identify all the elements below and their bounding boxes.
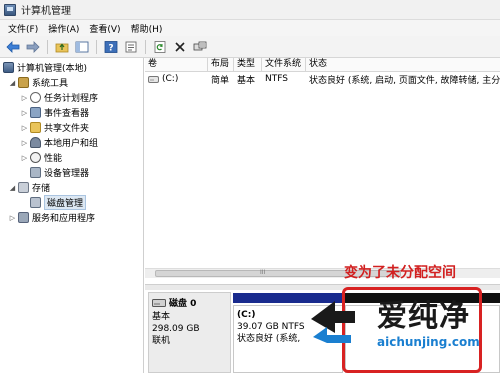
disk-properties-icon[interactable] <box>191 38 209 56</box>
tree-item-label: 磁盘管理 <box>44 195 87 210</box>
menu-file[interactable]: 文件(F) <box>4 22 44 35</box>
svg-text:?: ? <box>108 43 113 53</box>
tree-item-performance[interactable]: ▷ 性能 <box>0 150 143 165</box>
tree-item-shared-folders[interactable]: ▷ 共享文件夹 <box>0 120 143 135</box>
watermark-text: 爱纯净 <box>377 299 470 334</box>
volume-list-header: 卷 布局 类型 文件系统 状态 <box>145 58 500 72</box>
tree-item-label: 共享文件夹 <box>44 124 90 134</box>
computer-management-icon <box>4 3 16 16</box>
volume-name: (C:) <box>162 74 179 84</box>
column-header-filesystem[interactable]: 文件系统 <box>262 58 306 71</box>
event-viewer-icon <box>30 107 41 118</box>
performance-icon <box>30 152 41 163</box>
tree-item-services-apps[interactable]: ▷ 服务和应用程序 <box>0 210 143 225</box>
volume-status: 状态良好 (系统, 启动, 页面文件, 故障转储, 主分区) <box>309 75 500 86</box>
disk-management-icon <box>30 197 41 208</box>
tree-item-task-scheduler[interactable]: ▷ 任务计划程序 <box>0 90 143 105</box>
tree-item-label: 服务和应用程序 <box>32 214 96 224</box>
watermark-url: aichunjing.com <box>377 335 480 349</box>
tree-item-label: 系统工具 <box>32 79 69 89</box>
toolbar-separator <box>145 39 146 54</box>
tools-icon <box>18 77 29 88</box>
disk-size: 298.09 GB <box>152 324 200 334</box>
disk-status: 联机 <box>152 336 171 346</box>
toolbar-separator <box>96 39 97 54</box>
column-header-type[interactable]: 类型 <box>234 58 262 71</box>
menu-action[interactable]: 操作(A) <box>44 22 85 35</box>
scrollbar-grip-icon: III <box>260 269 266 276</box>
users-icon <box>30 137 41 148</box>
tree-item-label: 任务计划程序 <box>44 94 99 104</box>
tree-item-event-viewer[interactable]: ▷ 事件查看器 <box>0 105 143 120</box>
tree-item-label: 计算机管理(本地) <box>17 64 88 74</box>
watermark-logo-icon <box>311 301 355 343</box>
expand-arrow-icon[interactable]: ▷ <box>20 139 29 147</box>
volume-filesystem: NTFS <box>265 74 288 84</box>
help-icon[interactable]: ? <box>102 38 120 56</box>
toolbar: ? <box>0 36 500 58</box>
up-folder-icon[interactable] <box>53 38 71 56</box>
column-header-volume[interactable]: 卷 <box>145 58 208 71</box>
menu-help[interactable]: 帮助(H) <box>127 22 169 35</box>
tree-item-label: 存储 <box>32 184 51 194</box>
expand-arrow-icon[interactable]: ▷ <box>8 214 17 222</box>
tree-item-storage[interactable]: ◢ 存储 <box>0 180 143 195</box>
tree-item-device-manager[interactable]: 设备管理器 <box>0 165 143 180</box>
tree-item-local-users[interactable]: ▷ 本地用户和组 <box>0 135 143 150</box>
forward-arrow-icon[interactable] <box>24 38 42 56</box>
tree-item-disk-management[interactable]: 磁盘管理 <box>0 195 143 210</box>
disk-info-panel[interactable]: 磁盘 0 基本 298.09 GB 联机 <box>148 292 231 373</box>
menu-view[interactable]: 查看(V) <box>85 22 126 35</box>
tree-item-label: 性能 <box>44 154 63 164</box>
computer-management-icon <box>3 62 14 73</box>
volume-layout: 简单 <box>211 75 230 86</box>
storage-icon <box>18 182 29 193</box>
window-title: 计算机管理 <box>21 6 71 17</box>
drive-icon <box>148 75 159 83</box>
clock-icon <box>30 92 41 103</box>
tree-item-label: 事件查看器 <box>44 109 90 119</box>
watermark: 爱纯净 aichunjing.com <box>305 289 500 373</box>
properties-icon[interactable] <box>122 38 140 56</box>
refresh-icon[interactable] <box>151 38 169 56</box>
delete-icon[interactable] <box>171 38 189 56</box>
toolbar-separator <box>47 39 48 54</box>
services-icon <box>18 212 29 223</box>
shared-folder-icon <box>30 122 41 133</box>
tree-item-label: 设备管理器 <box>44 169 90 179</box>
expand-arrow-icon[interactable]: ▷ <box>20 154 29 162</box>
show-hide-tree-icon[interactable] <box>73 38 91 56</box>
column-header-layout[interactable]: 布局 <box>208 58 234 71</box>
expand-arrow-icon[interactable]: ▷ <box>20 109 29 117</box>
menu-bar: 文件(F) 操作(A) 查看(V) 帮助(H) <box>0 20 500 36</box>
collapse-arrow-icon[interactable]: ◢ <box>8 79 17 87</box>
collapse-arrow-icon[interactable]: ◢ <box>8 184 17 192</box>
disk-icon <box>152 298 166 307</box>
tree-item-root[interactable]: 计算机管理(本地) <box>0 60 143 75</box>
tree-item-system-tools[interactable]: ◢ 系统工具 <box>0 75 143 90</box>
device-manager-icon <box>30 167 41 178</box>
navigation-tree: 计算机管理(本地) ◢ 系统工具 ▷ 任务计划程序 ▷ 事件查看器 ▷ 共享文件… <box>0 58 144 373</box>
disk-type: 基本 <box>152 312 171 322</box>
back-arrow-icon[interactable] <box>4 38 22 56</box>
volume-list: 卷 布局 类型 文件系统 状态 (C:) 简单 基本 NTFS 状态良好 (系统… <box>145 58 500 278</box>
table-row[interactable]: (C:) 简单 基本 NTFS 状态良好 (系统, 启动, 页面文件, 故障转储… <box>145 72 500 86</box>
disk-name: 磁盘 0 <box>169 299 197 309</box>
title-bar: 计算机管理 <box>0 0 500 20</box>
volume-type: 基本 <box>237 75 256 86</box>
tree-item-label: 本地用户和组 <box>44 139 99 149</box>
annotation-text: 变为了未分配空间 <box>344 265 456 281</box>
expand-arrow-icon[interactable]: ▷ <box>20 94 29 102</box>
column-header-status[interactable]: 状态 <box>306 58 500 71</box>
expand-arrow-icon[interactable]: ▷ <box>20 124 29 132</box>
